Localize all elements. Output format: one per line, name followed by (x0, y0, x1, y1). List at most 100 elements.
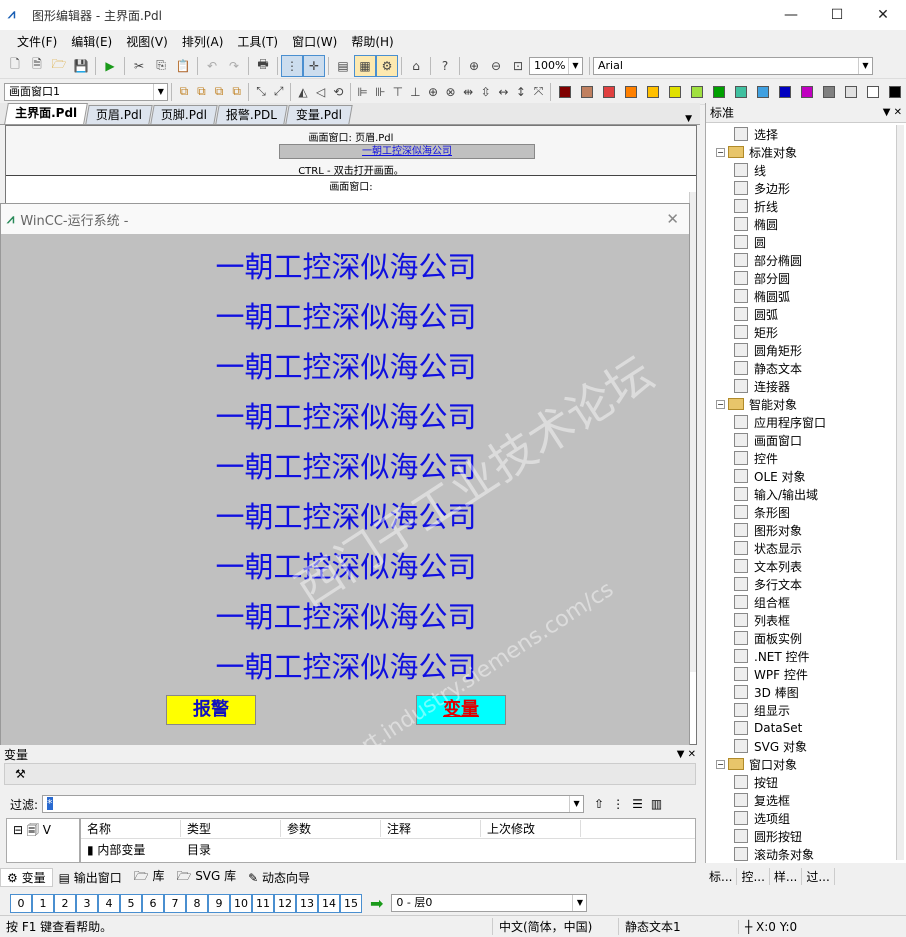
tools-icon[interactable]: ⚒ (15, 767, 26, 781)
tab-footer[interactable]: 页脚.Pdl (150, 105, 218, 124)
panel-item[interactable]: 面板实例 (706, 629, 896, 647)
tab-svg-library[interactable]: 🗁 SVG 库 (170, 867, 242, 888)
layer-button[interactable]: 0 (10, 893, 32, 913)
center-v-icon[interactable]: ⊗ (442, 81, 460, 103)
menu-tools[interactable]: 工具(T) (230, 33, 285, 50)
distribute-v-icon[interactable]: ⇳ (477, 81, 495, 103)
layer-button[interactable]: 1 (32, 893, 54, 913)
tab-header[interactable]: 页眉.Pdl (85, 105, 153, 124)
panel-item[interactable]: SVG 对象 (706, 737, 896, 755)
menu-edit[interactable]: 编辑(E) (64, 33, 119, 50)
tab-output[interactable]: ▤ 输出窗口 (53, 869, 128, 886)
menu-arrange[interactable]: 排列(A) (175, 33, 231, 50)
print-icon[interactable]: 🖶 (252, 55, 274, 77)
same-width-icon[interactable]: ↔ (495, 81, 513, 103)
runtime-start-icon[interactable]: ▶ (99, 55, 121, 77)
copy-icon[interactable]: ⎘ (150, 55, 172, 77)
distribute-h-icon[interactable]: ⇹ (459, 81, 477, 103)
panel-item[interactable]: 应用程序窗口 (706, 413, 896, 431)
panel-controls[interactable]: ▼ ✕ (883, 107, 902, 118)
color-swatch[interactable] (845, 85, 858, 98)
col-params[interactable]: 参数 (281, 820, 381, 837)
new-window-icon[interactable]: 🗎 (26, 55, 48, 77)
layer-button[interactable]: 12 (274, 893, 296, 913)
help-cursor-icon[interactable]: ? (434, 55, 456, 77)
zoom-in-icon[interactable]: ⊕ (463, 55, 485, 77)
panel-item[interactable]: 状态显示 (706, 539, 896, 557)
panel-item[interactable]: 画面窗口 (706, 431, 896, 449)
panel-item[interactable]: 折线 (706, 197, 896, 215)
filter-input[interactable]: * ▼ (42, 795, 585, 813)
send-back-icon[interactable]: ⧉ (193, 81, 211, 103)
object-combo[interactable]: 画面窗口1 ▼ (4, 82, 169, 101)
tab-dynamic-wizard[interactable]: ✎ 动态向导 (242, 869, 316, 886)
tab-standard[interactable]: 标... (705, 867, 738, 885)
panel-item[interactable]: − 智能对象 (706, 395, 896, 413)
color-swatch[interactable] (779, 85, 792, 98)
disconnect-icon[interactable]: ⤢ (270, 81, 288, 103)
panel-item[interactable]: − 窗口对象 (706, 755, 896, 773)
color-swatch[interactable] (691, 85, 704, 98)
panel-item[interactable]: 选项组 (706, 809, 896, 827)
color-swatch[interactable] (823, 85, 836, 98)
rotate-icon[interactable]: ⟲ (329, 81, 347, 103)
variable-button[interactable]: 变量 (416, 695, 506, 725)
panel-item[interactable]: DataSet (706, 719, 896, 737)
color-swatch[interactable] (889, 85, 902, 98)
save-icon[interactable]: 💾 (70, 55, 92, 77)
panel-item[interactable]: WPF 控件 (706, 665, 896, 683)
color-swatch[interactable] (757, 85, 770, 98)
detail-view-icon[interactable]: ▥ (651, 797, 662, 811)
cut-icon[interactable]: ✂ (128, 55, 150, 77)
expand-icon[interactable]: − (716, 759, 725, 769)
snap-icon[interactable]: ✛ (303, 54, 325, 77)
panel-item[interactable]: 滚动条对象 (706, 845, 896, 863)
color-swatch[interactable] (669, 85, 682, 98)
color-swatch[interactable] (713, 85, 726, 98)
new-icon[interactable]: 🗋 (4, 55, 26, 77)
tab-filter[interactable]: 过... (802, 867, 835, 885)
panel-item[interactable]: 文本列表 (706, 557, 896, 575)
align-left-icon[interactable]: ⊫ (354, 81, 372, 103)
arrow-right-icon[interactable]: ➡ (370, 894, 383, 913)
layers-icon[interactable]: ▤ (332, 55, 354, 77)
same-size-icon[interactable]: ⤧ (530, 81, 548, 103)
layer-combo[interactable]: 0 - 层0 ▼ (391, 894, 588, 912)
panel-item[interactable]: 连接器 (706, 377, 896, 395)
tab-styles[interactable]: 样... (770, 867, 803, 885)
menu-view[interactable]: 视图(V) (119, 33, 175, 50)
same-height-icon[interactable]: ↕ (512, 81, 530, 103)
open-icon[interactable]: 🗁 (48, 55, 70, 77)
layer-button[interactable]: 8 (186, 893, 208, 913)
color-swatch[interactable] (801, 85, 814, 98)
tab-library[interactable]: 🗁 库 (128, 867, 171, 888)
variable-tree[interactable]: ⊟ 🗐 V (6, 818, 80, 863)
company-small-text[interactable]: 一朝工控深似海公司 (279, 144, 535, 159)
panel-item[interactable]: 矩形 (706, 323, 896, 341)
list-view-icon[interactable]: ☰ (632, 797, 643, 811)
maximize-button[interactable]: ☐ (814, 0, 860, 30)
layer-button[interactable]: 13 (296, 893, 318, 913)
panel-item[interactable]: 选择 (706, 125, 896, 143)
color-swatch[interactable] (603, 85, 616, 98)
zoom-out-icon[interactable]: ⊖ (485, 55, 507, 77)
tab-main[interactable]: 主界面.Pdl (4, 103, 88, 124)
layer-button[interactable]: 7 (164, 893, 186, 913)
panel-item[interactable]: 复选框 (706, 791, 896, 809)
panel-item[interactable]: 椭圆 (706, 215, 896, 233)
panel-item[interactable]: 圆 (706, 233, 896, 251)
forward-icon[interactable]: ⧉ (210, 81, 228, 103)
mirror-v-icon[interactable]: ◭ (294, 81, 312, 103)
alarm-button[interactable]: 报警 (166, 695, 256, 725)
layer-button[interactable]: 14 (318, 893, 340, 913)
undo-icon[interactable]: ↶ (201, 55, 223, 77)
properties-icon[interactable]: ⌂ (405, 55, 427, 77)
layer-button[interactable]: 5 (120, 893, 142, 913)
table-row[interactable]: ▮ 内部变量 目录 (81, 839, 695, 859)
backward-icon[interactable]: ⧉ (228, 81, 246, 103)
color-swatch[interactable] (735, 85, 748, 98)
zoom-area-icon[interactable]: ⊡ (507, 55, 529, 77)
color-swatch[interactable] (647, 85, 660, 98)
panel-item[interactable]: 图形对象 (706, 521, 896, 539)
panel-item[interactable]: 椭圆弧 (706, 287, 896, 305)
